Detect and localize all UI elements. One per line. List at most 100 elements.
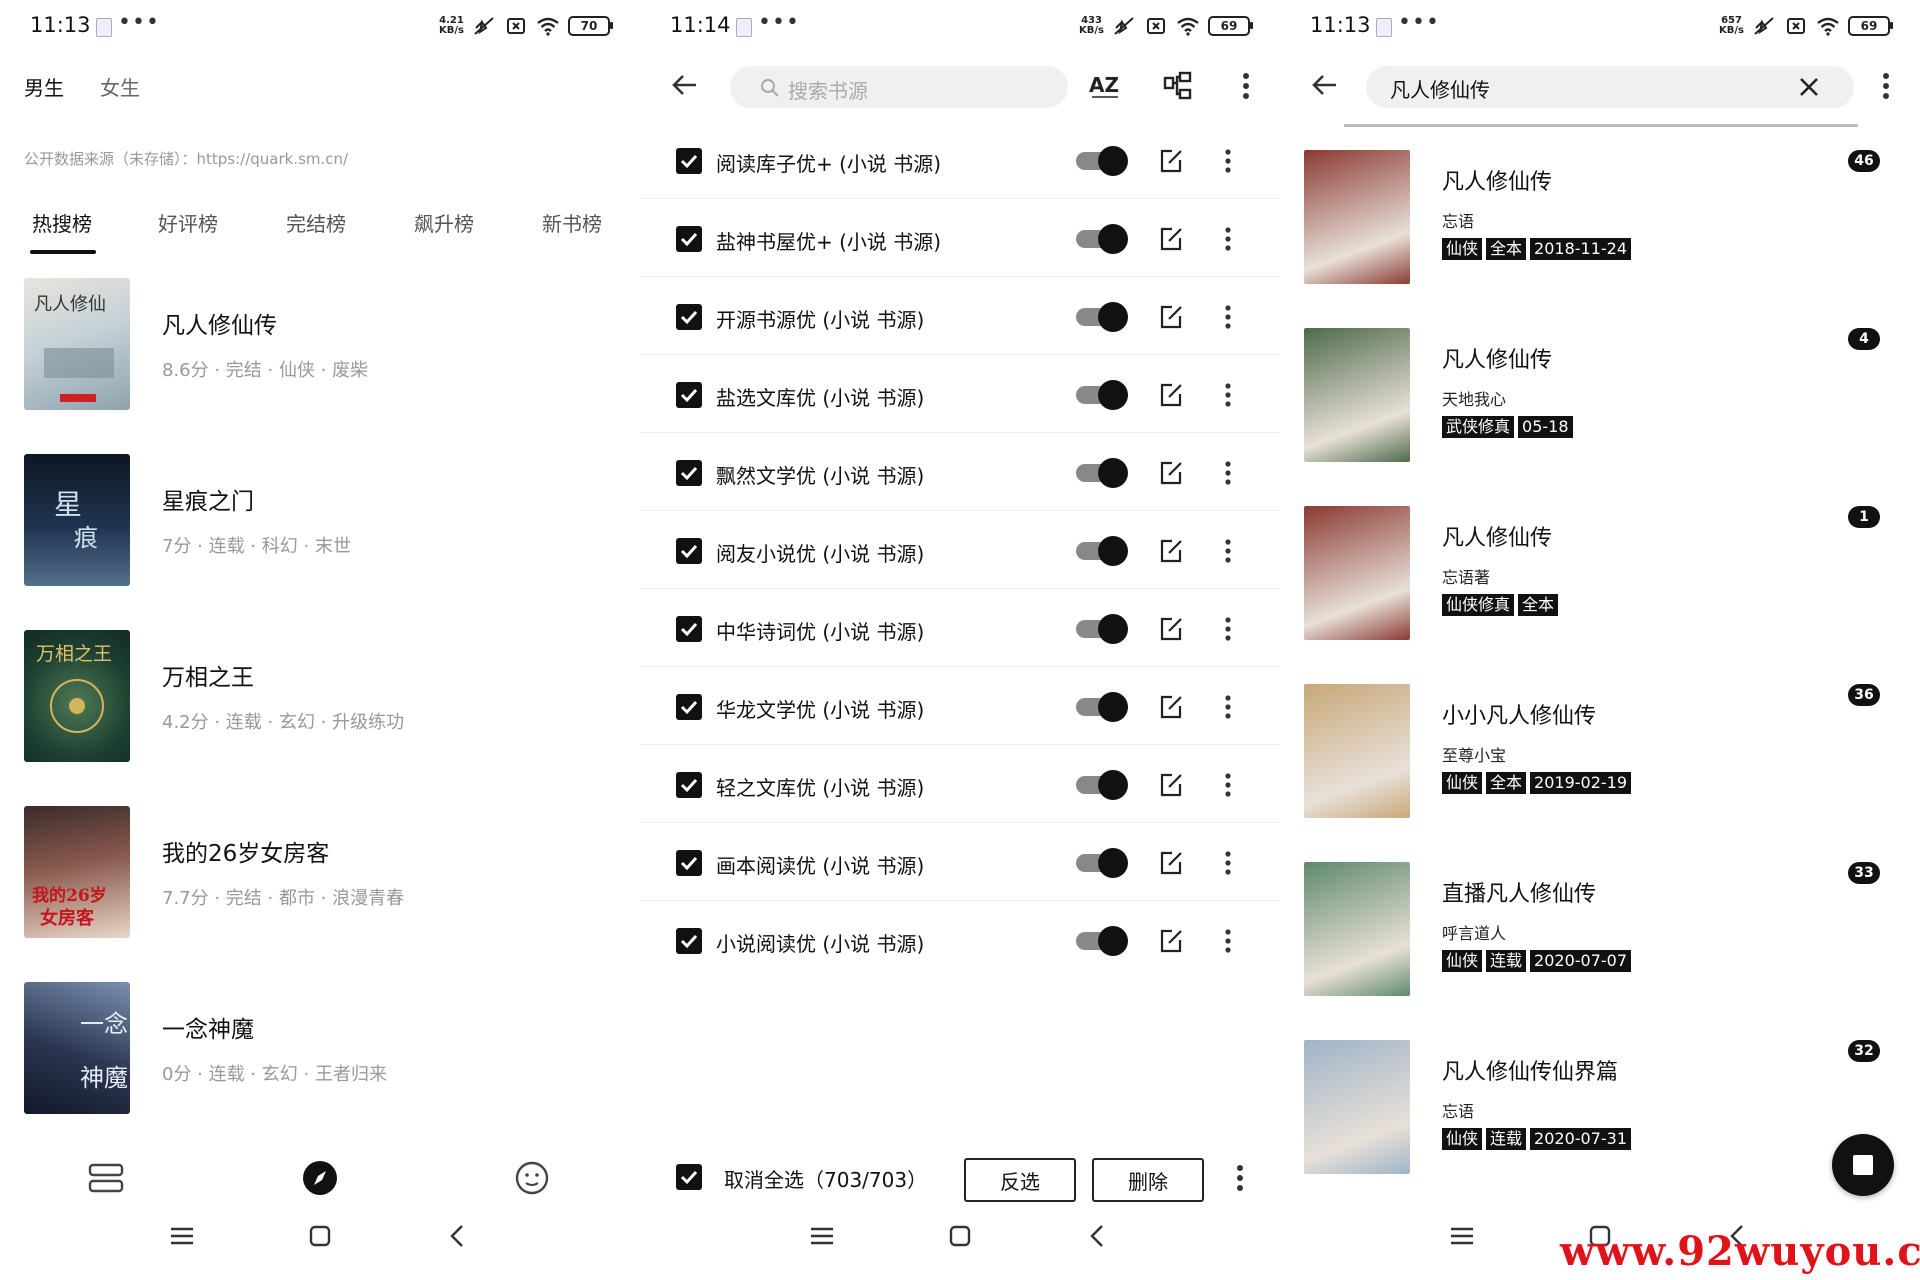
edit-icon[interactable]: [1158, 148, 1184, 174]
select-all-checkbox[interactable]: [676, 1164, 702, 1190]
source-checkbox[interactable]: [676, 928, 702, 954]
source-enable-toggle[interactable]: [1076, 380, 1128, 410]
edit-icon[interactable]: [1158, 226, 1184, 252]
more-actions-icon[interactable]: [1236, 1164, 1244, 1192]
tab-hot-search[interactable]: 热搜榜: [32, 208, 92, 237]
source-enable-toggle[interactable]: [1076, 224, 1128, 254]
edit-icon[interactable]: [1158, 616, 1184, 642]
edit-icon[interactable]: [1158, 538, 1184, 564]
back-arrow-icon[interactable]: [670, 70, 700, 100]
source-enable-toggle[interactable]: [1076, 536, 1128, 566]
overflow-menu-icon[interactable]: [1882, 72, 1890, 100]
check-icon: [680, 778, 698, 793]
source-name: 画本阅读优 (小说 书源): [716, 854, 925, 878]
book-item[interactable]: 我的26岁 女房客 我的26岁女房客 7.7分 · 完结 · 都市 · 浪漫青春: [24, 806, 624, 938]
source-checkbox[interactable]: [676, 460, 702, 486]
source-enable-toggle[interactable]: [1076, 848, 1128, 878]
source-enable-toggle[interactable]: [1076, 614, 1128, 644]
back-nav-icon[interactable]: [1082, 1220, 1114, 1252]
menu-icon[interactable]: [1446, 1220, 1478, 1252]
row-more-icon[interactable]: [1224, 850, 1232, 876]
book-item[interactable]: 凡人修仙 凡人修仙传 8.6分 · 完结 · 仙侠 · 废柴: [24, 278, 624, 410]
book-item[interactable]: 万相之王 万相之王 4.2分 · 连载 · 玄幻 · 升级练功: [24, 630, 624, 762]
tab-rising[interactable]: 飙升榜: [414, 208, 474, 237]
row-more-icon[interactable]: [1224, 772, 1232, 798]
source-enable-toggle[interactable]: [1076, 146, 1128, 176]
result-item[interactable]: 凡人修仙传 忘语 仙侠 全本 2018-11-24 46: [1304, 150, 1904, 290]
source-enable-toggle[interactable]: [1076, 770, 1128, 800]
home-icon[interactable]: [944, 1220, 976, 1252]
row-more-icon[interactable]: [1224, 382, 1232, 408]
stop-search-button[interactable]: [1832, 1134, 1894, 1196]
check-icon: [680, 934, 698, 949]
source-checkbox[interactable]: [676, 850, 702, 876]
source-row[interactable]: 小说阅读优 (小说 书源): [640, 906, 1280, 1001]
source-checkbox[interactable]: [676, 538, 702, 564]
book-author: 至尊小宝: [1442, 746, 1507, 765]
back-nav-icon[interactable]: [442, 1220, 474, 1252]
row-more-icon[interactable]: [1224, 148, 1232, 174]
book-meta: 7.7分 · 完结 · 都市 · 浪漫青春: [162, 888, 405, 909]
row-more-icon[interactable]: [1224, 304, 1232, 330]
edit-icon[interactable]: [1158, 772, 1184, 798]
edit-icon[interactable]: [1158, 928, 1184, 954]
check-icon: [680, 388, 698, 403]
tab-female[interactable]: 女生: [100, 72, 140, 101]
book-tag: 仙侠: [1442, 772, 1483, 794]
clear-icon[interactable]: [1798, 76, 1820, 98]
source-checkbox[interactable]: [676, 304, 702, 330]
source-checkbox[interactable]: [676, 148, 702, 174]
edit-icon[interactable]: [1158, 304, 1184, 330]
source-enable-toggle[interactable]: [1076, 926, 1128, 956]
result-item[interactable]: 凡人修仙传 天地我心 武侠修真 05-18 4: [1304, 328, 1904, 468]
back-arrow-icon[interactable]: [1310, 70, 1340, 100]
tab-male[interactable]: 男生: [24, 72, 64, 101]
row-more-icon[interactable]: [1224, 226, 1232, 252]
download-icon: [1376, 18, 1392, 37]
menu-icon[interactable]: [806, 1220, 838, 1252]
status-time: 11:13: [30, 13, 91, 37]
svg-text:女房客: 女房客: [40, 907, 95, 929]
source-checkbox[interactable]: [676, 616, 702, 642]
book-tags: 仙侠 全本 2018-11-24: [1442, 238, 1632, 260]
row-more-icon[interactable]: [1224, 538, 1232, 564]
row-more-icon[interactable]: [1224, 460, 1232, 486]
edit-icon[interactable]: [1158, 382, 1184, 408]
result-item[interactable]: 小小凡人修仙传 至尊小宝 仙侠 全本 2019-02-19 36: [1304, 684, 1904, 824]
rank-tabs: 热搜榜 好评榜 完结榜 飙升榜 新书榜: [0, 208, 640, 258]
group-icon[interactable]: [1162, 70, 1194, 102]
source-enable-toggle[interactable]: [1076, 458, 1128, 488]
row-divider: [640, 900, 1280, 901]
source-enable-toggle[interactable]: [1076, 302, 1128, 332]
row-more-icon[interactable]: [1224, 928, 1232, 954]
result-item[interactable]: 直播凡人修仙传 呼言道人 仙侠 连载 2020-07-07 33: [1304, 862, 1904, 1002]
source-checkbox[interactable]: [676, 382, 702, 408]
source-checkbox[interactable]: [676, 772, 702, 798]
book-tags: 仙侠修真 全本: [1442, 594, 1559, 616]
source-checkbox[interactable]: [676, 226, 702, 252]
source-checkbox[interactable]: [676, 694, 702, 720]
result-item[interactable]: 凡人修仙传仙界篇 忘语 仙侠 连载 2020-07-31 32: [1304, 1040, 1904, 1180]
book-title: 我的26岁女房客: [162, 841, 330, 867]
menu-icon[interactable]: [166, 1220, 198, 1252]
book-cover: 一念 神魔: [24, 982, 130, 1114]
tab-completed[interactable]: 完结榜: [286, 208, 346, 237]
source-enable-toggle[interactable]: [1076, 692, 1128, 722]
search-input[interactable]: 凡人修仙传: [1366, 66, 1854, 108]
overflow-menu-icon[interactable]: [1242, 72, 1250, 100]
row-more-icon[interactable]: [1224, 694, 1232, 720]
row-more-icon[interactable]: [1224, 616, 1232, 642]
wifi-icon: [1817, 17, 1839, 36]
edit-icon[interactable]: [1158, 694, 1184, 720]
status-bar: 11:13 ••• 4.21 KB/s 70: [0, 0, 640, 54]
result-item[interactable]: 凡人修仙传 忘语著 仙侠修真 全本 1: [1304, 506, 1904, 646]
book-item[interactable]: 一念 神魔 一念神魔 0分 · 连载 · 玄幻 · 王者归来: [24, 982, 624, 1114]
edit-icon[interactable]: [1158, 850, 1184, 876]
tab-good-reviews[interactable]: 好评榜: [158, 208, 218, 237]
edit-icon[interactable]: [1158, 460, 1184, 486]
search-input[interactable]: 搜索书源: [730, 66, 1068, 108]
tab-new-books[interactable]: 新书榜: [542, 208, 602, 237]
book-item[interactable]: 星痕 星痕之门 7分 · 连载 · 科幻 · 末世: [24, 454, 624, 586]
sort-az-icon[interactable]: AZ: [1088, 68, 1122, 102]
home-icon[interactable]: [304, 1220, 336, 1252]
